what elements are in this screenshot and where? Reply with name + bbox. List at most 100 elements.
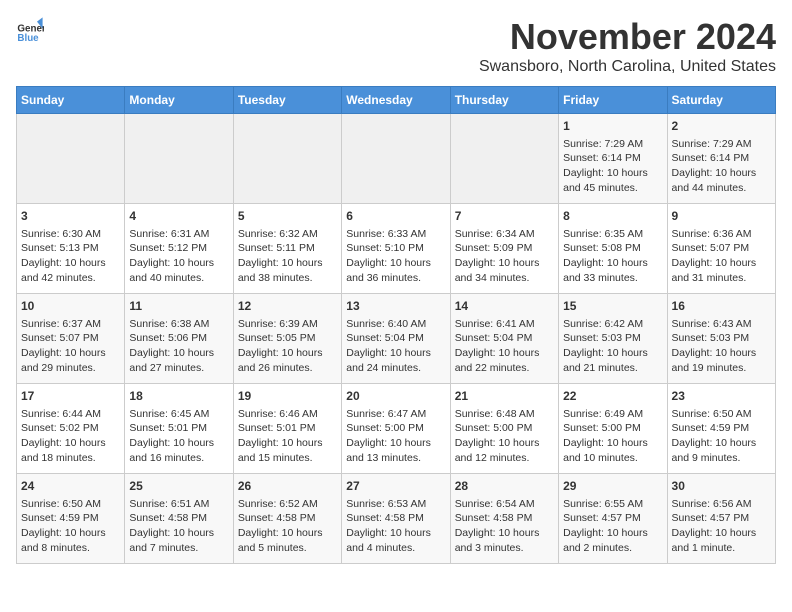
day-info: Sunrise: 6:45 AM xyxy=(129,407,228,422)
day-number: 10 xyxy=(21,298,120,315)
day-info: Sunset: 4:59 PM xyxy=(672,421,771,436)
day-info: Daylight: 10 hours and 29 minutes. xyxy=(21,346,120,375)
calendar-subtitle: Swansboro, North Carolina, United States xyxy=(479,58,776,76)
day-info: Sunrise: 7:29 AM xyxy=(563,137,662,152)
page-header: General Blue November 2024 Swansboro, No… xyxy=(16,16,776,76)
day-info: Sunset: 5:09 PM xyxy=(455,241,554,256)
title-area: November 2024 Swansboro, North Carolina,… xyxy=(479,16,776,76)
table-row: 13 Sunrise: 6:40 AMSunset: 5:04 PMDayligh… xyxy=(342,294,450,384)
day-info: Sunrise: 6:42 AM xyxy=(563,317,662,332)
calendar-title: November 2024 xyxy=(479,16,776,58)
day-info: Sunset: 4:58 PM xyxy=(129,511,228,526)
day-info: Sunset: 6:14 PM xyxy=(672,151,771,166)
table-row: 21Sunrise: 6:48 AMSunset: 5:00 PMDayligh… xyxy=(450,384,558,474)
day-info: Sunrise: 6:49 AM xyxy=(563,407,662,422)
logo: General Blue xyxy=(16,16,44,44)
calendar-week-row: 10Sunrise: 6:37 AMSunset: 5:07 PMDayligh… xyxy=(17,294,776,384)
day-info: Sunrise: 6:44 AM xyxy=(21,407,120,422)
col-tuesday: Tuesday xyxy=(233,87,341,114)
day-info: Sunset: 5:07 PM xyxy=(672,241,771,256)
table-row: 14Sunrise: 6:41 AMSunset: 5:04 PMDayligh… xyxy=(450,294,558,384)
day-info: Sunset: 5:00 PM xyxy=(346,421,445,436)
day-info: Daylight: 10 hours and 26 minutes. xyxy=(238,346,337,375)
day-info: Daylight: 10 hours and 42 minutes. xyxy=(21,256,120,285)
day-info: Sunrise: 6:33 AM xyxy=(346,227,445,242)
day-info: Sunset: 5:10 PM xyxy=(346,241,445,256)
day-info: Daylight: 10 hours and 22 minutes. xyxy=(455,346,554,375)
day-info: Sunrise: 6:52 AM xyxy=(238,497,337,512)
day-info: Sunset: 4:57 PM xyxy=(672,511,771,526)
day-info: Daylight: 10 hours and 1 minute. xyxy=(672,526,771,555)
col-saturday: Saturday xyxy=(667,87,775,114)
day-info: Daylight: 10 hours and 33 minutes. xyxy=(563,256,662,285)
table-row: 26Sunrise: 6:52 AMSunset: 4:58 PMDayligh… xyxy=(233,474,341,564)
day-info: Sunset: 4:58 PM xyxy=(455,511,554,526)
day-info: Sunrise: 6:43 AM xyxy=(672,317,771,332)
table-row: 6Sunrise: 6:33 AMSunset: 5:10 PMDaylight… xyxy=(342,204,450,294)
table-row: 7Sunrise: 6:34 AMSunset: 5:09 PMDaylight… xyxy=(450,204,558,294)
day-info: Sunset: 5:04 PM xyxy=(455,331,554,346)
table-row: 16Sunrise: 6:43 AMSunset: 5:03 PMDayligh… xyxy=(667,294,775,384)
calendar-week-row: 24Sunrise: 6:50 AMSunset: 4:59 PMDayligh… xyxy=(17,474,776,564)
day-info: Sunset: 4:58 PM xyxy=(238,511,337,526)
day-number: 16 xyxy=(672,298,771,315)
day-info: Sunrise: 6:56 AM xyxy=(672,497,771,512)
day-info: Sunrise: 6:41 AM xyxy=(455,317,554,332)
day-info: Daylight: 10 hours and 16 minutes. xyxy=(129,436,228,465)
day-number: 9 xyxy=(672,208,771,225)
table-row: 10Sunrise: 6:37 AMSunset: 5:07 PMDayligh… xyxy=(17,294,125,384)
day-info: Sunset: 5:03 PM xyxy=(563,331,662,346)
day-info: Daylight: 10 hours and 24 minutes. xyxy=(346,346,445,375)
day-number: 15 xyxy=(563,298,662,315)
day-number: 2 xyxy=(672,118,771,135)
day-info: Sunset: 5:05 PM xyxy=(238,331,337,346)
day-info: Sunset: 5:12 PM xyxy=(129,241,228,256)
day-number: 24 xyxy=(21,478,120,495)
day-info: Sunset: 4:59 PM xyxy=(21,511,120,526)
calendar-week-row: 17Sunrise: 6:44 AMSunset: 5:02 PMDayligh… xyxy=(17,384,776,474)
table-row: 18 Sunrise: 6:45 AMSunset: 5:01 PMDayligh… xyxy=(125,384,233,474)
day-number: 5 xyxy=(238,208,337,225)
calendar-table: Sunday Monday Tuesday Wednesday Thursday… xyxy=(16,86,776,564)
day-info: Daylight: 10 hours and 27 minutes. xyxy=(129,346,228,375)
day-info: Daylight: 10 hours and 5 minutes. xyxy=(238,526,337,555)
table-row: 19Sunrise: 6:46 AMSunset: 5:01 PMDayligh… xyxy=(233,384,341,474)
day-info: Daylight: 10 hours and 7 minutes. xyxy=(129,526,228,555)
day-number: 22 xyxy=(563,388,662,405)
day-info: Sunrise: 6:50 AM xyxy=(672,407,771,422)
table-row: 17Sunrise: 6:44 AMSunset: 5:02 PMDayligh… xyxy=(17,384,125,474)
calendar-week-row: 3Sunrise: 6:30 AMSunset: 5:13 PMDaylight… xyxy=(17,204,776,294)
col-friday: Friday xyxy=(559,87,667,114)
day-info: Daylight: 10 hours and 19 minutes. xyxy=(672,346,771,375)
day-info: Sunset: 6:14 PM xyxy=(563,151,662,166)
day-info: Sunrise: 6:47 AM xyxy=(346,407,445,422)
day-info: Daylight: 10 hours and 36 minutes. xyxy=(346,256,445,285)
table-row xyxy=(125,114,233,204)
day-number: 20 xyxy=(346,388,445,405)
table-row: 5Sunrise: 6:32 AMSunset: 5:11 PMDaylight… xyxy=(233,204,341,294)
table-row: 27Sunrise: 6:53 AMSunset: 4:58 PMDayligh… xyxy=(342,474,450,564)
day-info: Sunset: 5:08 PM xyxy=(563,241,662,256)
day-info: Sunrise: 6:37 AM xyxy=(21,317,120,332)
table-row: 23Sunrise: 6:50 AMSunset: 4:59 PMDayligh… xyxy=(667,384,775,474)
day-info: Sunrise: 6:40 AM xyxy=(346,317,445,332)
table-row: 11Sunrise: 6:38 AMSunset: 5:06 PMDayligh… xyxy=(125,294,233,384)
day-info: Sunset: 5:01 PM xyxy=(238,421,337,436)
day-number: 7 xyxy=(455,208,554,225)
table-row: 29Sunrise: 6:55 AMSunset: 4:57 PMDayligh… xyxy=(559,474,667,564)
day-number: 18 xyxy=(129,388,228,405)
day-number: 13 xyxy=(346,298,445,315)
table-row xyxy=(450,114,558,204)
day-info: Sunset: 5:01 PM xyxy=(129,421,228,436)
table-row: 9Sunrise: 6:36 AMSunset: 5:07 PMDaylight… xyxy=(667,204,775,294)
day-info: Sunset: 5:04 PM xyxy=(346,331,445,346)
table-row xyxy=(342,114,450,204)
day-info: Sunset: 5:02 PM xyxy=(21,421,120,436)
day-info: Sunset: 5:00 PM xyxy=(563,421,662,436)
day-info: Daylight: 10 hours and 44 minutes. xyxy=(672,166,771,195)
table-row: 20Sunrise: 6:47 AMSunset: 5:00 PMDayligh… xyxy=(342,384,450,474)
day-info: Daylight: 10 hours and 15 minutes. xyxy=(238,436,337,465)
day-info: Sunrise: 6:30 AM xyxy=(21,227,120,242)
day-info: Sunrise: 6:34 AM xyxy=(455,227,554,242)
table-row: 24Sunrise: 6:50 AMSunset: 4:59 PMDayligh… xyxy=(17,474,125,564)
